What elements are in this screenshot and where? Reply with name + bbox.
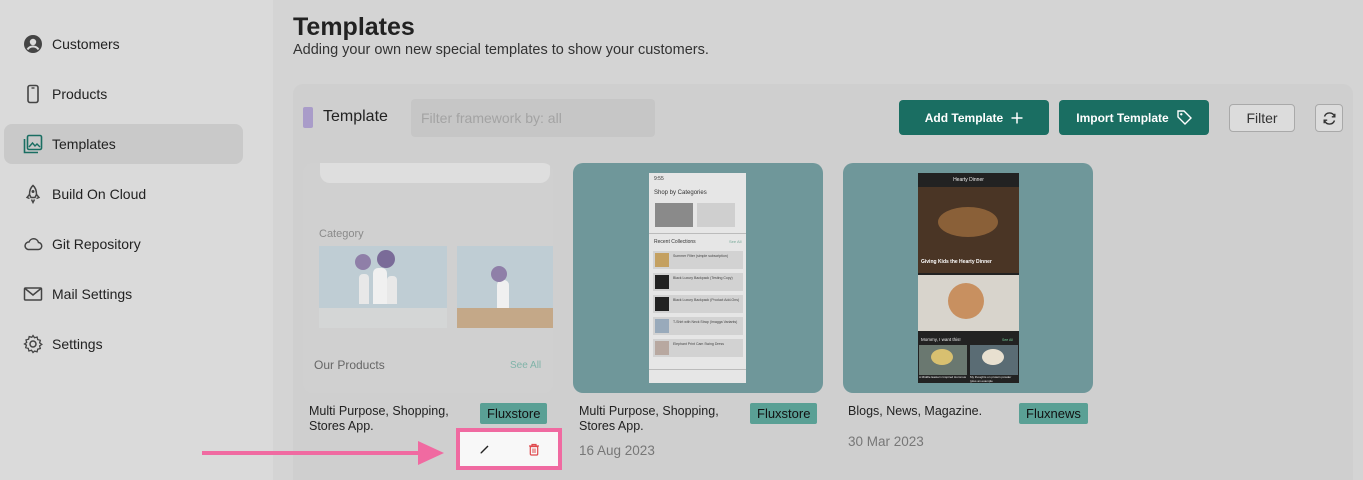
trash-icon[interactable] [528,443,540,456]
preview-item: T-Shirt with Neck Strap (Imagga Variants… [673,320,738,324]
preview-item: Summer Filter (simple subscription) [673,254,729,258]
preview-time: 9:55 [654,176,664,182]
preview-post: My thoughts on protein powder (plus an e… [970,375,1012,383]
preview-see-all: See All [510,360,542,371]
preview-category-label: Category [319,228,364,240]
template-date: 30 Mar 2023 [848,434,924,449]
sidebar-item-mail-settings[interactable]: Mail Settings [4,274,243,314]
sidebar-item-label: Templates [52,136,116,152]
pencil-icon[interactable] [479,443,491,455]
sidebar-item-settings[interactable]: Settings [4,324,243,364]
preview-section: Mommy, I want this! [921,337,961,342]
product-image [320,163,550,183]
section-title: Template [323,108,388,125]
sidebar-item-label: Mail Settings [52,286,133,302]
vase-image [319,246,447,328]
sidebar-item-products[interactable]: Products [4,74,243,114]
import-template-label: Import Template [1076,110,1169,125]
annotation-arrow [202,451,424,455]
framework-badge: Fluxstore [480,403,548,424]
refresh-icon [1322,111,1337,126]
phone-icon [22,84,43,105]
sidebar-item-customers[interactable]: Customers [4,24,243,64]
tag-icon [1177,110,1192,125]
filter-button[interactable]: Filter [1229,104,1295,132]
rocket-icon [22,184,43,205]
page-title: Templates [293,13,415,41]
template-date: 16 Aug 2023 [579,443,655,458]
template-card-thumbnail[interactable]: Category Our Products See All [303,163,553,393]
framework-badge: Fluxstore [750,403,818,424]
sidebar-item-git-repository[interactable]: Git Repository [4,224,243,264]
sidebar-item-label: Git Repository [52,236,141,252]
sidebar-item-label: Products [52,86,108,102]
template-card-thumbnail[interactable]: Hearty Dinner Giving Kids the Hearty Din… [843,163,1093,393]
framework-badge: Fluxnews [1019,403,1088,424]
import-template-button[interactable]: Import Template [1059,100,1209,135]
sidebar: Customers Products Templates Build On Cl… [0,0,273,480]
preview-see-all: See All [729,239,742,244]
mail-icon [22,284,43,305]
annotation-arrow-head [418,441,444,465]
section-marker [303,107,313,128]
preview-post: A Middle Eastern Inspired Hummus [919,375,967,379]
preview-item: Elephant Print Cam Swing Dress [673,342,724,346]
preview-recent: Recent Collections [654,239,696,245]
vase-image [457,246,553,328]
template-actions [456,428,562,470]
app-preview: 9:55 Shop by Categories Recent Collectio… [649,173,746,383]
sidebar-item-label: Customers [52,36,120,52]
refresh-button[interactable] [1315,104,1343,132]
add-template-button[interactable]: Add Template [899,100,1049,135]
template-name: Multi Purpose, Shopping, Stores App. [579,404,719,433]
sidebar-item-label: Settings [52,336,103,352]
preview-products-label: Our Products [314,358,385,372]
preview-title: Hearty Dinner [953,177,984,183]
cloud-icon [22,234,43,255]
app-preview: Hearty Dinner Giving Kids the Hearty Din… [918,173,1019,383]
template-name: Blogs, News, Magazine. [848,404,983,418]
plus-icon [1011,112,1023,124]
preview-see-all: See All [1002,338,1013,342]
user-circle-icon [22,34,43,55]
preview-item: Black Luxury Backpack (Testing Copy) [673,276,733,280]
preview-caption: Giving Kids the Hearty Dinner [921,259,992,265]
gear-icon [22,334,43,355]
template-name: Multi Purpose, Shopping, Stores App. [309,404,449,433]
sidebar-item-build-on-cloud[interactable]: Build On Cloud [4,174,243,214]
preview-item: Black Luxury Backpack (Product Add-Ons) [673,298,740,302]
image-stack-icon [22,134,43,155]
filter-framework-input[interactable] [411,99,655,137]
page-subtitle: Adding your own new special templates to… [293,42,709,58]
template-card-thumbnail[interactable]: 9:55 Shop by Categories Recent Collectio… [573,163,823,393]
preview-heading: Shop by Categories [654,190,707,196]
sidebar-item-label: Build On Cloud [52,186,147,202]
sidebar-item-templates[interactable]: Templates [4,124,243,164]
add-template-label: Add Template [924,110,1004,125]
